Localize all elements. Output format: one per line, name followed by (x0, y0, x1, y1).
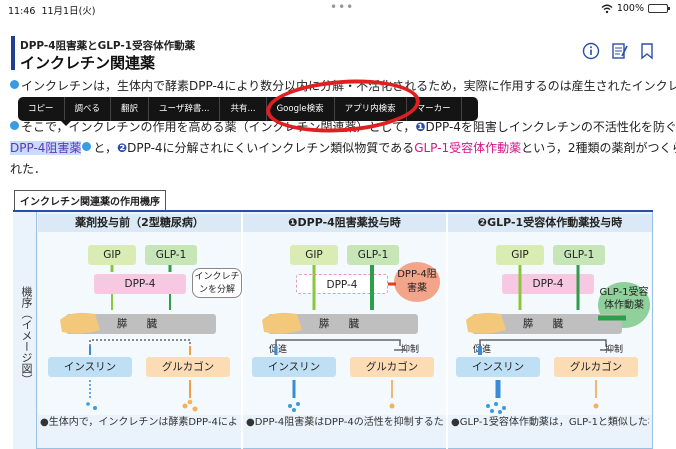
pancreas-shape (262, 312, 302, 334)
pancreas-shape (466, 312, 506, 334)
pancreas-shape (60, 312, 100, 334)
bullet-col1: ●生体内で，インクレチンは酵素DPP-4により不活性化され，膵臓の (40, 417, 238, 428)
figure-arrows (60, 265, 626, 414)
bullet-col2: ●DPP-4阻害薬はDPP-4の活性を抑制するため，インクレチンの不活性化が (246, 417, 444, 428)
bullet-col3: ●GLP-1受容体作動薬は，GLP-1と類似した構造をもつが，DPP-4に分解 (451, 417, 649, 428)
